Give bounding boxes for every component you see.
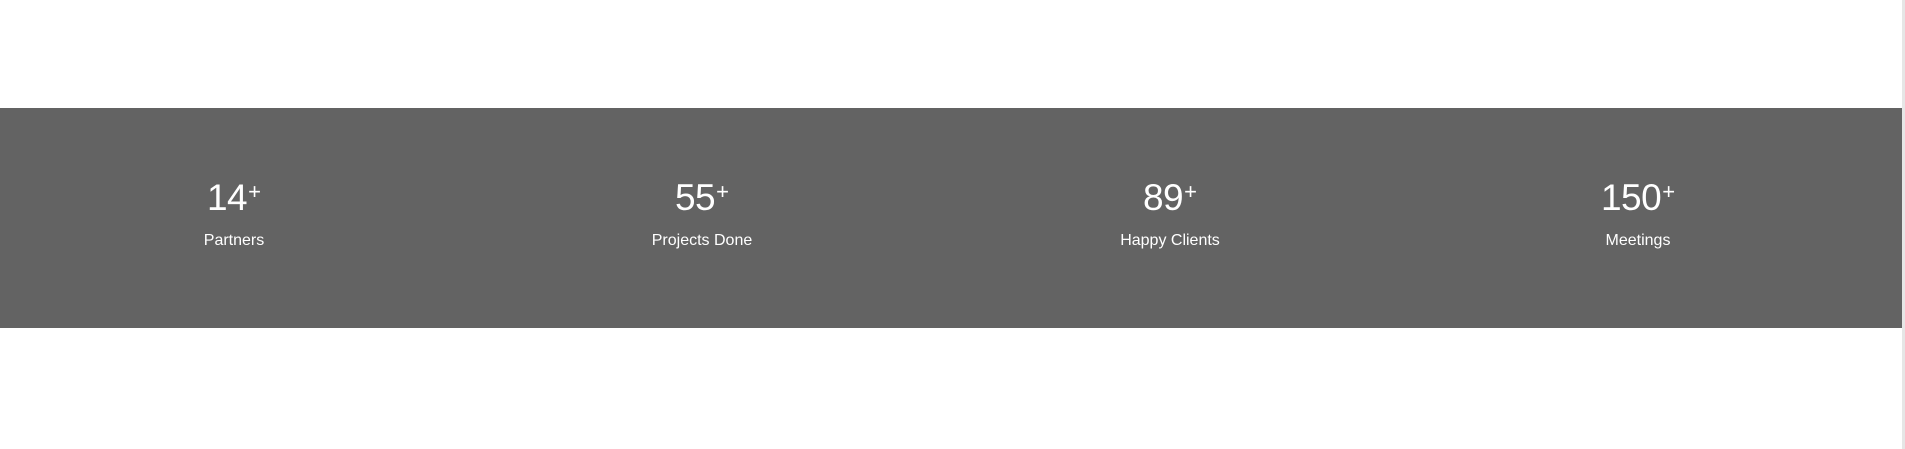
stat-number: 89	[1142, 176, 1184, 218]
stat-label: Happy Clients	[1120, 231, 1220, 249]
stat-meetings: 150 + Meetings	[1404, 179, 1872, 250]
page: 14 + Partners 55 + Projects Done 89 + Ha…	[0, 0, 1905, 449]
stat-suffix: +	[1662, 178, 1676, 204]
stat-number: 150	[1600, 176, 1662, 218]
stat-partners: 14 + Partners	[0, 179, 468, 250]
stat-number: 14	[206, 176, 248, 218]
stats-counter-section: 14 + Partners 55 + Projects Done 89 + Ha…	[0, 108, 1902, 328]
stat-label: Meetings	[1605, 231, 1671, 249]
stat-projects-done: 55 + Projects Done	[468, 179, 936, 250]
stat-number: 55	[674, 176, 716, 218]
stat-suffix: +	[248, 178, 261, 204]
stat-value: 150 +	[1601, 179, 1675, 216]
stat-suffix: +	[1184, 178, 1197, 204]
stat-value: 55 +	[675, 179, 729, 216]
stat-value: 14 +	[207, 179, 261, 216]
stat-value: 89 +	[1143, 179, 1197, 216]
stat-label: Partners	[203, 231, 265, 249]
stat-suffix: +	[716, 178, 729, 204]
stat-happy-clients: 89 + Happy Clients	[936, 179, 1404, 250]
stat-label: Projects Done	[651, 231, 753, 249]
